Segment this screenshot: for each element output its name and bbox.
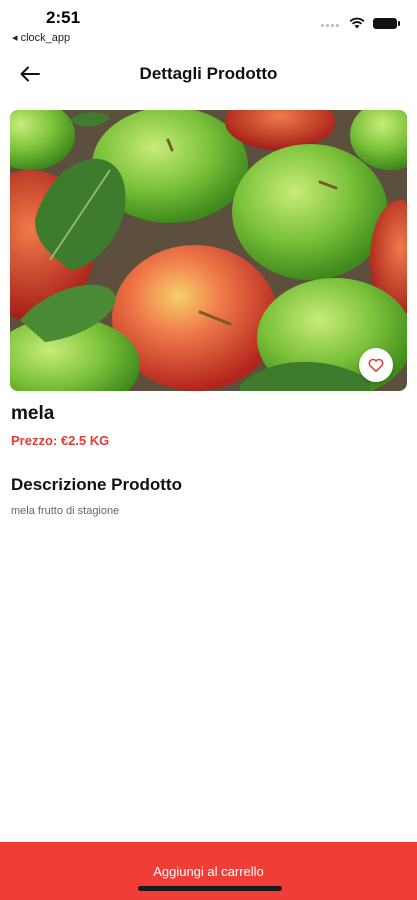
battery-icon (373, 17, 400, 29)
description-text: mela frutto di stagione (11, 505, 120, 517)
description-title: Descrizione Prodotto (11, 475, 182, 494)
wifi-icon (349, 17, 365, 29)
status-icons (321, 14, 400, 32)
add-to-cart-label: Aggiungi al carrello (153, 864, 264, 879)
product-price: Prezzo: €2.5 KG (11, 433, 110, 448)
add-to-cart-button[interactable]: Aggiungi al carrello (0, 842, 417, 900)
home-indicator[interactable] (138, 886, 282, 891)
product-image (10, 110, 407, 391)
product-name: mela (11, 403, 55, 424)
page-title: Dettagli Prodotto (139, 64, 278, 83)
favorite-button[interactable] (359, 348, 393, 382)
signal-icon (321, 14, 341, 32)
status-bar: 2:51 ◂ clock_app (0, 0, 417, 46)
header: Dettagli Prodotto (0, 56, 417, 92)
heart-outline-icon (368, 358, 384, 372)
back-to-app-link[interactable]: ◂ clock_app (12, 31, 70, 44)
status-time: 2:51 (46, 8, 81, 27)
apples-photo (10, 110, 407, 391)
